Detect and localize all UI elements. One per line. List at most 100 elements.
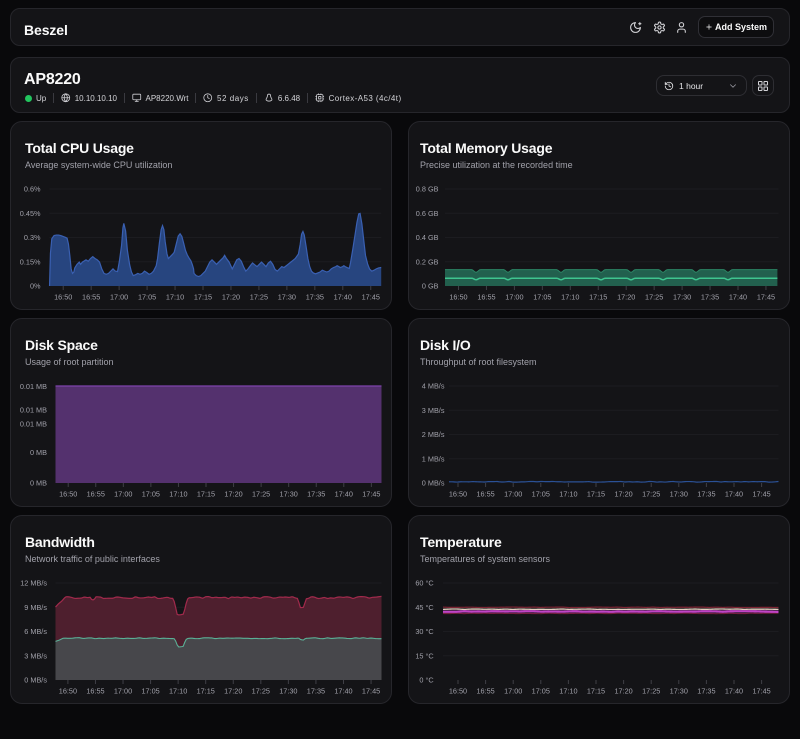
svg-text:0%: 0% bbox=[30, 282, 41, 291]
svg-text:17:40: 17:40 bbox=[334, 293, 352, 302]
svg-text:2 MB/s: 2 MB/s bbox=[422, 430, 445, 439]
svg-text:17:00: 17:00 bbox=[110, 293, 128, 302]
svg-text:17:10: 17:10 bbox=[561, 293, 579, 302]
svg-text:17:10: 17:10 bbox=[559, 490, 577, 499]
svg-text:17:40: 17:40 bbox=[334, 687, 352, 696]
svg-text:17:35: 17:35 bbox=[307, 490, 325, 499]
svg-text:17:10: 17:10 bbox=[559, 687, 577, 696]
svg-text:17:00: 17:00 bbox=[504, 490, 522, 499]
svg-text:17:20: 17:20 bbox=[224, 687, 242, 696]
svg-text:3 MB/s: 3 MB/s bbox=[422, 406, 445, 415]
svg-text:17:05: 17:05 bbox=[141, 687, 159, 696]
svg-text:0 GB: 0 GB bbox=[422, 282, 439, 291]
svg-text:17:00: 17:00 bbox=[114, 687, 132, 696]
svg-text:17:10: 17:10 bbox=[169, 490, 187, 499]
svg-text:4 MB/s: 4 MB/s bbox=[422, 382, 445, 391]
svg-text:16:55: 16:55 bbox=[87, 490, 105, 499]
svg-text:17:00: 17:00 bbox=[505, 293, 523, 302]
svg-text:16:55: 16:55 bbox=[82, 293, 100, 302]
svg-text:45 °C: 45 °C bbox=[415, 603, 433, 612]
svg-text:17:05: 17:05 bbox=[532, 687, 550, 696]
svg-text:16:50: 16:50 bbox=[449, 490, 467, 499]
svg-text:0 MB/s: 0 MB/s bbox=[24, 676, 47, 685]
svg-text:17:30: 17:30 bbox=[279, 687, 297, 696]
svg-text:17:30: 17:30 bbox=[673, 293, 691, 302]
svg-text:17:25: 17:25 bbox=[645, 293, 663, 302]
svg-text:16:55: 16:55 bbox=[477, 293, 495, 302]
svg-text:17:30: 17:30 bbox=[278, 293, 296, 302]
svg-text:16:55: 16:55 bbox=[476, 687, 494, 696]
svg-text:0 °C: 0 °C bbox=[419, 676, 433, 685]
svg-text:17:15: 17:15 bbox=[587, 490, 605, 499]
svg-text:0.01 MB: 0.01 MB bbox=[20, 382, 47, 391]
svg-text:9 MB/s: 9 MB/s bbox=[24, 603, 47, 612]
svg-text:17:20: 17:20 bbox=[614, 687, 632, 696]
svg-text:17:35: 17:35 bbox=[306, 293, 324, 302]
svg-text:17:15: 17:15 bbox=[197, 687, 215, 696]
svg-text:17:00: 17:00 bbox=[114, 490, 132, 499]
svg-text:0.4 GB: 0.4 GB bbox=[416, 233, 439, 242]
svg-text:16:50: 16:50 bbox=[59, 687, 77, 696]
svg-text:17:15: 17:15 bbox=[589, 293, 607, 302]
svg-text:0.2 GB: 0.2 GB bbox=[416, 257, 439, 266]
svg-text:0.3%: 0.3% bbox=[24, 233, 41, 242]
svg-text:17:25: 17:25 bbox=[250, 293, 268, 302]
svg-text:0.6 GB: 0.6 GB bbox=[416, 209, 439, 218]
svg-text:17:40: 17:40 bbox=[729, 293, 747, 302]
svg-text:3 MB/s: 3 MB/s bbox=[24, 651, 47, 660]
svg-text:16:55: 16:55 bbox=[86, 687, 104, 696]
svg-text:17:15: 17:15 bbox=[197, 490, 215, 499]
svg-text:17:05: 17:05 bbox=[142, 490, 160, 499]
svg-text:0.01 MB: 0.01 MB bbox=[20, 419, 47, 428]
svg-text:17:30: 17:30 bbox=[670, 490, 688, 499]
svg-text:17:20: 17:20 bbox=[617, 293, 635, 302]
svg-text:60 °C: 60 °C bbox=[415, 579, 433, 588]
svg-text:16:50: 16:50 bbox=[449, 293, 467, 302]
svg-text:16:55: 16:55 bbox=[476, 490, 494, 499]
svg-text:17:35: 17:35 bbox=[701, 293, 719, 302]
svg-text:15 °C: 15 °C bbox=[415, 651, 433, 660]
svg-text:17:10: 17:10 bbox=[166, 293, 184, 302]
svg-text:17:30: 17:30 bbox=[670, 687, 688, 696]
svg-text:17:05: 17:05 bbox=[532, 490, 550, 499]
svg-text:17:30: 17:30 bbox=[280, 490, 298, 499]
svg-text:1 MB/s: 1 MB/s bbox=[422, 454, 445, 463]
svg-text:0.15%: 0.15% bbox=[20, 257, 41, 266]
svg-text:0.6%: 0.6% bbox=[24, 185, 41, 194]
svg-text:0.45%: 0.45% bbox=[20, 209, 41, 218]
svg-text:17:45: 17:45 bbox=[757, 293, 775, 302]
svg-text:17:45: 17:45 bbox=[752, 687, 770, 696]
svg-text:17:10: 17:10 bbox=[169, 687, 187, 696]
svg-text:6 MB/s: 6 MB/s bbox=[24, 627, 47, 636]
svg-text:16:50: 16:50 bbox=[59, 490, 77, 499]
svg-text:17:00: 17:00 bbox=[504, 687, 522, 696]
svg-text:16:50: 16:50 bbox=[54, 293, 72, 302]
svg-text:17:25: 17:25 bbox=[642, 687, 660, 696]
svg-text:17:35: 17:35 bbox=[697, 687, 715, 696]
svg-text:17:25: 17:25 bbox=[252, 687, 270, 696]
svg-text:0 MB: 0 MB bbox=[30, 478, 47, 487]
svg-text:17:25: 17:25 bbox=[252, 490, 270, 499]
svg-text:0 MB: 0 MB bbox=[30, 448, 47, 457]
svg-text:0 MB/s: 0 MB/s bbox=[422, 479, 445, 488]
svg-text:30 °C: 30 °C bbox=[415, 627, 433, 636]
svg-text:0.01 MB: 0.01 MB bbox=[20, 406, 47, 415]
svg-text:17:20: 17:20 bbox=[224, 490, 242, 499]
svg-text:12 MB/s: 12 MB/s bbox=[20, 579, 47, 588]
svg-text:17:20: 17:20 bbox=[614, 490, 632, 499]
svg-text:17:40: 17:40 bbox=[725, 490, 743, 499]
svg-text:17:40: 17:40 bbox=[335, 490, 353, 499]
svg-text:17:45: 17:45 bbox=[362, 293, 380, 302]
svg-text:17:15: 17:15 bbox=[587, 687, 605, 696]
svg-text:17:45: 17:45 bbox=[752, 490, 770, 499]
svg-text:17:05: 17:05 bbox=[533, 293, 551, 302]
svg-text:17:40: 17:40 bbox=[725, 687, 743, 696]
svg-text:16:50: 16:50 bbox=[449, 687, 467, 696]
svg-text:17:35: 17:35 bbox=[697, 490, 715, 499]
svg-text:17:20: 17:20 bbox=[222, 293, 240, 302]
svg-text:17:05: 17:05 bbox=[138, 293, 156, 302]
svg-text:17:25: 17:25 bbox=[642, 490, 660, 499]
svg-text:17:45: 17:45 bbox=[362, 687, 380, 696]
svg-text:17:15: 17:15 bbox=[194, 293, 212, 302]
svg-text:17:35: 17:35 bbox=[307, 687, 325, 696]
